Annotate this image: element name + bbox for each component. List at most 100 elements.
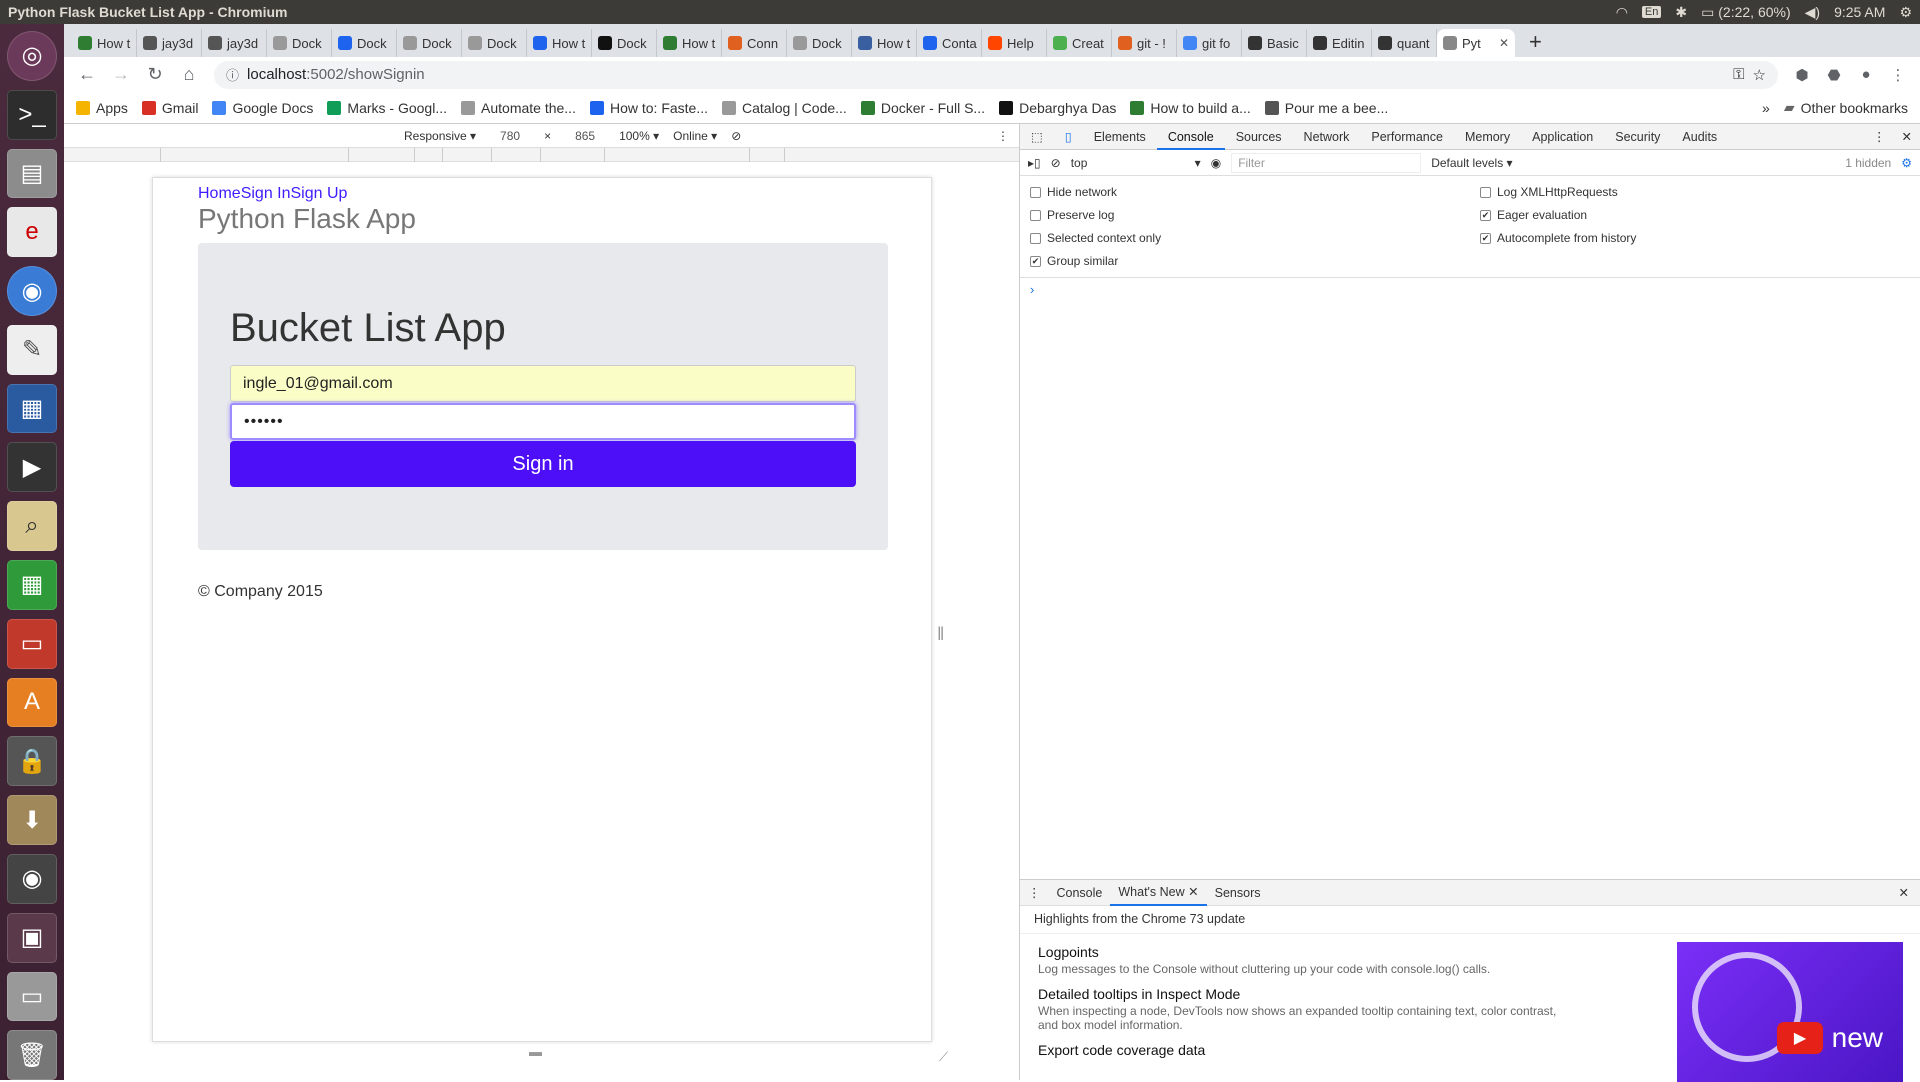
drawer-menu-icon[interactable]: ⋮ bbox=[1020, 885, 1049, 900]
back-icon[interactable]: ← bbox=[72, 60, 102, 90]
resize-handle-corner[interactable]: ⟋ bbox=[939, 1049, 948, 1065]
devtools-tab-application[interactable]: Application bbox=[1521, 124, 1604, 150]
device-toggle-icon[interactable]: ▯ bbox=[1054, 124, 1083, 150]
bookmark-item[interactable]: Catalog | Code... bbox=[722, 100, 847, 116]
extension-shield-icon[interactable]: ⬣ bbox=[1820, 61, 1848, 89]
text-editor-icon[interactable]: ✎ bbox=[7, 324, 57, 375]
battery-status[interactable]: ▭ (2:22, 60%) bbox=[1701, 4, 1791, 21]
other-bookmarks-folder[interactable]: ▰ Other bookmarks bbox=[1784, 99, 1908, 116]
context-select[interactable]: top ▾ bbox=[1071, 156, 1201, 170]
bookmark-item[interactable]: Marks - Googl... bbox=[327, 100, 447, 116]
chromium-icon[interactable]: ◉ bbox=[7, 266, 57, 316]
info-icon[interactable]: ⓘ bbox=[226, 65, 239, 84]
log-levels-select[interactable]: Default levels ▾ bbox=[1431, 156, 1512, 170]
settings-gear-icon[interactable]: ⚙ bbox=[1899, 4, 1912, 21]
screen-lock-icon[interactable]: 🔒 bbox=[7, 736, 57, 787]
zoom-select[interactable]: 100% ▾ bbox=[619, 129, 659, 143]
checkbox[interactable] bbox=[1030, 186, 1041, 198]
checkbox[interactable]: ✔ bbox=[1480, 232, 1491, 244]
checkbox[interactable]: ✔ bbox=[1030, 255, 1041, 267]
trash-icon[interactable]: 🗑 bbox=[7, 1030, 57, 1081]
calc-icon[interactable]: ▦ bbox=[7, 560, 57, 610]
close-icon[interactable]: ✕ bbox=[1188, 885, 1198, 899]
live-expression-eye-icon[interactable]: ◉ bbox=[1211, 156, 1221, 170]
drawer-close-icon[interactable]: ✕ bbox=[1887, 885, 1920, 900]
profile-avatar[interactable]: ● bbox=[1852, 61, 1880, 89]
key-icon[interactable]: ⚿ bbox=[1733, 66, 1744, 83]
devtools-menu-icon[interactable]: ⋮ bbox=[1865, 129, 1894, 144]
new-tab-button[interactable]: + bbox=[1515, 29, 1556, 57]
downloads-icon[interactable]: ⬇ bbox=[7, 795, 57, 845]
tab-active[interactable]: Pyt ✕ bbox=[1437, 29, 1515, 57]
browser-tab[interactable]: Dock bbox=[462, 29, 527, 57]
workspace-switcher-icon[interactable]: ▣ bbox=[7, 912, 57, 963]
devtools-tab-security[interactable]: Security bbox=[1604, 124, 1671, 150]
device-width-field[interactable]: 780 bbox=[490, 129, 530, 143]
nav-signup-link[interactable]: Sign Up bbox=[291, 185, 348, 202]
browser-tab[interactable]: How t bbox=[657, 29, 722, 57]
home-icon[interactable]: ⌂ bbox=[174, 60, 204, 90]
password-field[interactable]: •••••• bbox=[230, 403, 856, 440]
devtools-tab-elements[interactable]: Elements bbox=[1083, 124, 1157, 150]
tab-close-icon[interactable]: ✕ bbox=[1499, 36, 1509, 50]
inspect-element-icon[interactable]: ⬚ bbox=[1020, 124, 1054, 150]
console-option[interactable]: Log XMLHttpRequests bbox=[1480, 185, 1920, 199]
browser-tab[interactable]: Dock bbox=[267, 29, 332, 57]
device-height-field[interactable]: 865 bbox=[565, 129, 605, 143]
browser-tab[interactable]: How t bbox=[527, 29, 592, 57]
feature-item[interactable]: Detailed tooltips in Inspect Mode When in… bbox=[1038, 986, 1562, 1032]
clear-console-icon[interactable]: ⊘ bbox=[1051, 156, 1061, 170]
drawer-tab-whats-new[interactable]: What's New ✕ bbox=[1110, 880, 1207, 906]
ubuntu-dash-icon[interactable]: ◎ bbox=[7, 31, 57, 81]
feature-item[interactable]: Export code coverage data bbox=[1038, 1042, 1562, 1058]
console-filter-input[interactable]: Filter bbox=[1231, 152, 1422, 173]
forward-icon[interactable]: → bbox=[106, 60, 136, 90]
browser-tab[interactable]: Dock bbox=[332, 29, 397, 57]
browser-tab[interactable]: Conta bbox=[917, 29, 982, 57]
software-center-icon[interactable]: A bbox=[7, 677, 57, 728]
console-option[interactable]: Preserve log bbox=[1030, 208, 1480, 222]
bookmark-item[interactable]: Debarghya Das bbox=[999, 100, 1116, 116]
volume-icon[interactable]: ◀) bbox=[1805, 4, 1820, 21]
device-mode-select[interactable]: Responsive ▾ bbox=[404, 129, 476, 143]
console-prompt[interactable]: › bbox=[1020, 278, 1920, 301]
console-option[interactable]: Hide network bbox=[1030, 185, 1480, 199]
sidebar-toggle-icon[interactable]: ▸▯ bbox=[1028, 156, 1041, 170]
bookmark-item[interactable]: How to: Faste... bbox=[589, 100, 708, 116]
bookmark-item[interactable]: Google Docs bbox=[212, 100, 313, 116]
whats-new-video-thumbnail[interactable]: ▶ new bbox=[1677, 942, 1903, 1082]
bluetooth-icon[interactable]: ✱ bbox=[1675, 4, 1687, 21]
console-option[interactable]: ✔ Autocomplete from history bbox=[1480, 231, 1920, 245]
device-more-icon[interactable]: ⋮ bbox=[997, 129, 1009, 143]
terminal-icon[interactable]: >_ bbox=[7, 89, 57, 140]
browser-tab[interactable]: jay3d bbox=[137, 29, 202, 57]
browser-tab[interactable]: Dock bbox=[592, 29, 657, 57]
keyboard-layout[interactable]: En bbox=[1641, 6, 1662, 18]
console-option[interactable]: ✔ Eager evaluation bbox=[1480, 208, 1920, 222]
browser-tab[interactable]: git fo bbox=[1177, 29, 1242, 57]
browser-tab[interactable]: How t bbox=[852, 29, 917, 57]
email-field[interactable]: ingle_01@gmail.com bbox=[230, 365, 856, 402]
clock[interactable]: 9:25 AM bbox=[1834, 4, 1885, 20]
browser-tab[interactable]: Dock bbox=[397, 29, 462, 57]
media-query-ruler[interactable] bbox=[64, 148, 1019, 162]
devtools-tab-sources[interactable]: Sources bbox=[1225, 124, 1293, 150]
drive-icon[interactable]: ▭ bbox=[7, 971, 57, 1022]
browser-tab[interactable]: quant bbox=[1372, 29, 1437, 57]
star-icon[interactable]: ☆ bbox=[1753, 66, 1766, 84]
browser-tab[interactable]: Creat bbox=[1047, 29, 1112, 57]
image-viewer-icon[interactable]: ⌕ bbox=[7, 501, 57, 552]
speaker-icon[interactable]: ◉ bbox=[7, 853, 57, 904]
devtools-tab-console[interactable]: Console bbox=[1156, 124, 1225, 150]
console-settings-icon[interactable]: ⚙ bbox=[1901, 156, 1912, 170]
console-option[interactable]: Selected context only bbox=[1030, 231, 1480, 245]
bookmark-item[interactable]: Docker - Full S... bbox=[860, 100, 985, 116]
resize-handle-bottom[interactable]: ▬ bbox=[529, 1044, 542, 1059]
address-bar[interactable]: ⓘ localhost:5002/showSignin ⚿ ☆ bbox=[214, 60, 1778, 89]
feature-item[interactable]: Logpoints Log messages to the Console wit… bbox=[1038, 944, 1562, 976]
browser-tab[interactable]: jay3d bbox=[202, 29, 267, 57]
drawer-tab-console[interactable]: Console bbox=[1049, 886, 1111, 900]
impress-icon[interactable]: ▭ bbox=[7, 618, 57, 669]
browser-tab[interactable]: How t bbox=[72, 29, 137, 57]
resize-handle-right[interactable]: ‖ bbox=[937, 624, 944, 645]
